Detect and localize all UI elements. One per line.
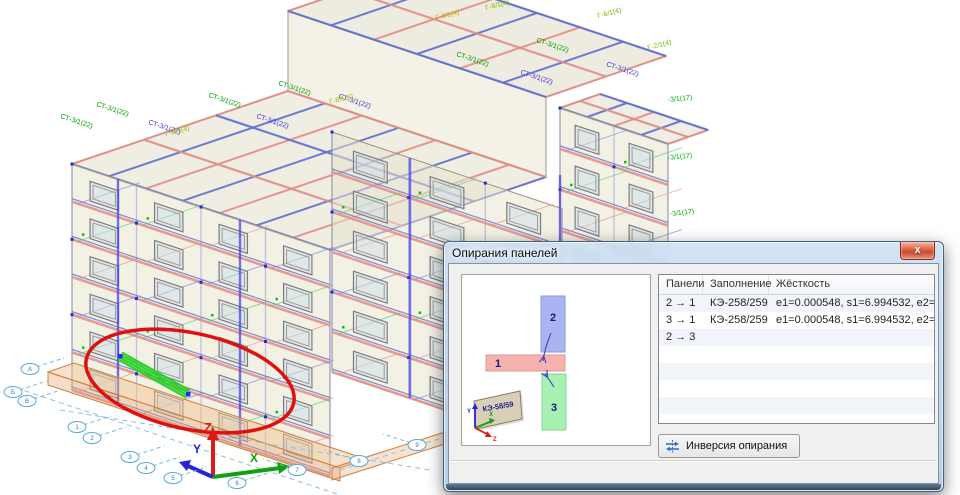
diagram-panel-2[interactable] [541,296,565,352]
model-label: Г-6/1(4) [597,7,622,20]
panel-3-label: 3 [551,402,557,414]
model-label: -3/1(17) [667,94,692,104]
svg-text:Z: Z [204,420,212,435]
dialog-titlebar[interactable]: Опирания панелей [444,242,943,263]
panel-supports-dialog: Опирания панелей x 2 1 3 [443,241,944,492]
svg-text:Y: Y [467,409,471,415]
invert-arrows-icon [665,440,680,453]
svg-text:Y: Y [193,442,201,456]
grid-bubble: 7 [288,465,306,476]
panel-2-label: 2 [550,312,556,324]
panel-1-label: 1 [495,358,501,370]
grid-bubble: 2 [83,433,101,444]
model-label: Г-2/1(4) [647,39,672,52]
table-row-empty [659,414,934,424]
table-body: 2 → 1КЭ-258/259e1=0.000548, s1=6.994532,… [659,295,934,424]
column-header-stiffness[interactable]: Жёсткость [769,275,934,294]
column-header-panels[interactable]: Панели [659,275,703,294]
grid-bubble: 1 [68,422,86,433]
table-row-empty [659,363,934,380]
grid-bubble: 8 [350,456,368,467]
dialog-client-area: 2 1 3 КЭ-58/59 [448,263,939,484]
model-label: -3/1(17) [669,208,694,218]
supports-table: Панели Заполнение Жёсткость 2 → 1КЭ-258/… [658,274,935,424]
panel-junction-diagram: 2 1 3 КЭ-58/59 [461,274,651,446]
grid-bubble: 6 [228,478,246,489]
column-header-fill[interactable]: Заполнение [703,275,769,294]
svg-text:X: X [489,412,493,418]
invert-button-label: Инверсия опирания [686,440,787,452]
model-label: -3/1(17) [667,152,692,162]
svg-text:Б: Б [11,390,15,396]
svg-text:Z: Z [493,437,497,443]
dialog-title: Опирания панелей [452,246,558,260]
model-label: СТ-3/1(22) [207,92,241,109]
table-row-empty [659,346,934,363]
table-row[interactable]: 2 → 1КЭ-258/259e1=0.000548, s1=6.994532,… [659,295,934,312]
grid-bubble: 4 [137,463,155,474]
grid-bubble: 9 [408,440,426,451]
grid-bubble: А [21,364,39,375]
table-row-empty [659,380,934,397]
table-row[interactable]: 2 → 3 [659,329,934,346]
separator [451,460,936,462]
finite-element-icon: КЭ-58/59 Y X Z [467,391,524,443]
table-row[interactable]: 3 → 1КЭ-258/259e1=0.000548, s1=6.994532,… [659,312,934,329]
svg-text:В: В [25,399,29,405]
close-button[interactable]: x [900,242,935,260]
invert-support-button[interactable]: Инверсия опирания [658,434,800,458]
application-viewport[interactable]: Z X Y А Б В 1 2 3 4 5 6 7 8 9СТ-3 [0,0,960,495]
grid-bubble: Б [4,387,22,398]
svg-text:X: X [250,451,258,465]
svg-text:А: А [28,367,32,373]
table-row-empty [659,397,934,414]
grid-bubble: 5 [164,473,182,484]
grid-bubble: 3 [121,452,139,463]
model-label: СТ-3/1(22) [59,113,93,130]
model-label: СТ-3/1(22) [95,101,129,118]
table-header: Панели Заполнение Жёсткость [659,275,934,295]
grid-bubble: В [18,396,36,407]
